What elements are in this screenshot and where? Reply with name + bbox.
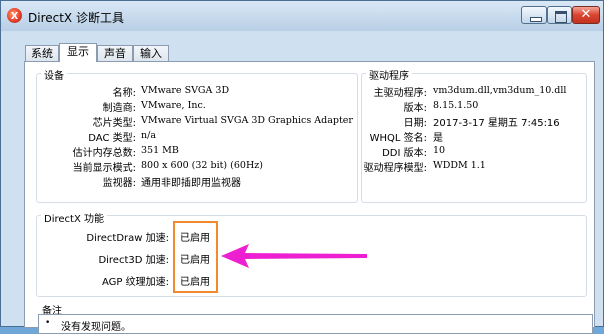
device-name-value: VMware SVGA 3D — [141, 85, 230, 96]
device-monitor-label: 监视器: — [102, 178, 136, 189]
driver-group-title: 驱动程序 — [366, 67, 412, 82]
notes-item: 没有发现问题。 — [61, 322, 131, 333]
driver-whql-value: 是 — [433, 133, 443, 144]
notes-box[interactable]: • 没有发现问题。 — [38, 314, 593, 334]
device-chip-value: VMware Virtual SVGA 3D Graphics Adapter — [141, 115, 353, 126]
driver-main-value: vm3dum.dll,vm3dum_10.dll — [433, 85, 567, 96]
device-display-mode-value: 800 x 600 (32 bit) (60Hz) — [141, 160, 263, 171]
notes-section: 备注 • 没有发现问题。 — [38, 302, 595, 334]
tab-system[interactable]: 系统 — [25, 45, 59, 61]
maximize-button[interactable] — [547, 6, 572, 24]
driver-date-label: 日期: — [403, 118, 427, 129]
minimize-button[interactable] — [521, 6, 547, 24]
dxdiag-window: DirectX 诊断工具 ✕ 系统 显示 声音 输入 设备 名称: VMware… — [0, 0, 604, 334]
highlight-box — [173, 221, 218, 293]
directx-features-title: DirectX 功能 — [41, 210, 107, 225]
driver-version-label: 版本: — [403, 103, 427, 114]
directdraw-label: DirectDraw 加速: — [86, 233, 169, 244]
driver-version-value: 8.15.1.50 — [433, 100, 479, 111]
driver-whql-label: WHQL 签名: — [369, 133, 427, 144]
device-monitor-value: 通用非即插即用监视器 — [141, 178, 241, 189]
device-chip-label: 芯片类型: — [92, 118, 136, 129]
driver-main-label: 主驱动程序: — [373, 88, 427, 99]
maximize-icon — [555, 11, 567, 23]
device-memory-value: 351 MB — [141, 145, 179, 156]
device-name-label: 名称: — [112, 88, 136, 99]
minimize-icon — [530, 17, 542, 22]
close-button[interactable]: ✕ — [572, 6, 600, 24]
driver-model-value: WDDM 1.1 — [433, 160, 486, 171]
device-dac-value: n/a — [141, 130, 156, 141]
pointer-arrow — [221, 244, 367, 268]
device-dac-label: DAC 类型: — [88, 133, 136, 144]
title-bar[interactable]: DirectX 诊断工具 ✕ — [1, 1, 603, 31]
device-group-title: 设备 — [41, 67, 67, 82]
device-manufacturer-value: VMware, Inc. — [141, 100, 206, 111]
direct3d-label: Direct3D 加速: — [98, 255, 169, 266]
device-memory-label: 估计内存总数: — [72, 148, 136, 159]
driver-ddi-value: 10 — [433, 145, 446, 156]
driver-model-label: 驱动程序模型: — [363, 163, 427, 174]
tab-input[interactable]: 输入 — [133, 45, 169, 61]
directx-icon — [7, 8, 22, 23]
driver-date-value: 2017-3-17 星期五 7:45:16 — [433, 118, 560, 129]
close-icon: ✕ — [580, 7, 592, 22]
window-title: DirectX 诊断工具 — [28, 11, 124, 25]
device-manufacturer-label: 制造商: — [102, 103, 136, 114]
tab-sound[interactable]: 声音 — [97, 45, 133, 61]
tab-display[interactable]: 显示 — [59, 43, 97, 62]
driver-ddi-label: DDI 版本: — [382, 148, 427, 159]
device-display-mode-label: 当前显示模式: — [72, 163, 136, 174]
agp-label: AGP 纹理加速: — [102, 277, 169, 288]
